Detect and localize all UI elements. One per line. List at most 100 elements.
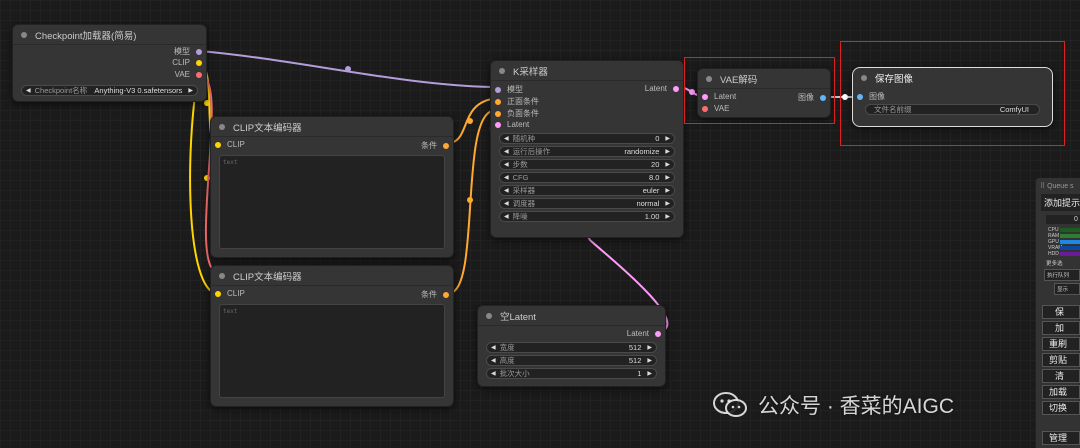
arrow-right-icon[interactable]: ▶ (647, 344, 652, 351)
view-history-button[interactable]: 显示 (1054, 283, 1080, 295)
checkpoint-loader-node[interactable]: Checkpoint加载器(简易) 模型 CLIP VAE ◀ Checkpoi… (12, 24, 207, 102)
arrow-left-icon[interactable]: ◀ (491, 370, 496, 377)
width-widget[interactable]: ◀ 宽度 512 ▶ (486, 342, 657, 353)
arrow-right-icon[interactable]: ▶ (665, 187, 670, 194)
clip-port-dot[interactable] (196, 59, 202, 66)
seed-widget[interactable]: ◀ 随机种 0 ▶ (499, 133, 675, 144)
input-port-clip[interactable]: CLIP (215, 289, 245, 298)
latent-port-dot[interactable] (655, 330, 661, 337)
load-button[interactable]: 加 (1042, 321, 1080, 335)
steps-widget[interactable]: ◀ 步数 20 ▶ (499, 159, 675, 170)
node-header[interactable]: Checkpoint加载器(简易) (13, 25, 206, 45)
arrow-right-icon[interactable]: ▶ (665, 213, 670, 220)
output-port-conditioning[interactable]: 条件 (421, 140, 449, 151)
widget-value: 1.00 (644, 212, 660, 221)
widget-value: 512 (628, 343, 642, 352)
node-header[interactable]: CLIP文本编码器 (211, 117, 453, 137)
ram-bar (1060, 234, 1080, 238)
collapse-dot[interactable] (219, 272, 225, 279)
save-button[interactable]: 保 (1042, 305, 1080, 319)
arrow-left-icon[interactable]: ◀ (504, 213, 509, 220)
arrow-left-icon[interactable]: ◀ (504, 200, 509, 207)
prompt-textarea[interactable]: text (219, 155, 445, 249)
clear-button[interactable]: 清 (1042, 369, 1080, 383)
clip-port-dot[interactable] (215, 141, 221, 148)
cfg-widget[interactable]: ◀ CFG 8.0 ▶ (499, 172, 675, 183)
wire-negative (449, 110, 493, 294)
checkpoint-name-combo[interactable]: ◀ Checkpoint名称 Anything-V3 0.safetensors… (21, 85, 198, 96)
input-port-clip[interactable]: CLIP (215, 140, 245, 149)
arrow-right-icon[interactable]: ▶ (665, 161, 670, 168)
model-port-dot[interactable] (495, 86, 501, 93)
view-queue-button[interactable]: 执行队列 (1044, 269, 1080, 281)
model-port-dot[interactable] (196, 48, 202, 55)
clip-text-encode-node-negative[interactable]: CLIP文本编码器 CLIP 条件 text (210, 265, 454, 407)
refresh-button[interactable]: 重刷 (1042, 337, 1080, 351)
arrow-left-icon[interactable]: ◀ (504, 174, 509, 181)
collapse-dot[interactable] (219, 123, 225, 130)
node-header[interactable]: 空Latent (478, 306, 665, 326)
output-port-latent[interactable]: Latent (627, 329, 661, 338)
prompt-textarea[interactable]: text (219, 304, 445, 398)
output-port-clip[interactable]: CLIP (172, 58, 202, 67)
scheduler-widget[interactable]: ◀ 调度器 normal ▶ (499, 198, 675, 209)
manager-button[interactable]: 管理 (1042, 431, 1080, 445)
arrow-left-icon[interactable]: ◀ (491, 344, 496, 351)
denoise-widget[interactable]: ◀ 降噪 1.00 ▶ (499, 211, 675, 222)
conditioning-port-dot[interactable] (443, 142, 449, 149)
highlight-box-save-image (840, 41, 1065, 146)
load-default-button[interactable]: 加载 (1042, 385, 1080, 399)
input-port-negative[interactable]: 负面条件 (495, 108, 539, 119)
gpu-bar (1060, 240, 1080, 244)
clip-port-dot[interactable] (215, 290, 221, 297)
output-port-vae[interactable]: VAE (175, 70, 202, 79)
collapse-dot[interactable] (21, 31, 27, 38)
clipspace-button[interactable]: 剪贴 (1042, 353, 1080, 367)
height-widget[interactable]: ◀ 高度 512 ▶ (486, 355, 657, 366)
output-port-conditioning[interactable]: 条件 (421, 289, 449, 300)
arrow-right-icon[interactable]: ▶ (647, 357, 652, 364)
collapse-dot[interactable] (486, 312, 492, 319)
input-port-model[interactable]: 模型 (495, 84, 523, 95)
latent-port-dot[interactable] (673, 85, 679, 92)
conditioning-port-dot[interactable] (495, 110, 501, 117)
queue-prompt-button[interactable]: 添加提示 (1041, 194, 1080, 211)
output-port-model[interactable]: 模型 (174, 46, 202, 57)
queue-panel-title[interactable]: ⠿ Queue s (1036, 178, 1080, 190)
node-header[interactable]: K采样器 (491, 61, 683, 81)
wire-positive (449, 98, 493, 144)
stat-hdd: HDD (1048, 251, 1080, 257)
clip-text-encode-node-positive[interactable]: CLIP文本编码器 CLIP 条件 text (210, 116, 454, 258)
watermark-text: 公众号 · 香菜的AIGC (758, 395, 955, 418)
empty-latent-node[interactable]: 空Latent Latent ◀ 宽度 512 ▶ ◀ 高度 512 ▶ ◀ 批… (477, 305, 666, 387)
input-port-positive[interactable]: 正面条件 (495, 96, 539, 107)
output-port-latent[interactable]: Latent (645, 84, 679, 93)
batch-size-widget[interactable]: ◀ 批次大小 1 ▶ (486, 368, 657, 379)
arrow-left-icon[interactable]: ◀ (504, 148, 509, 155)
arrow-right-icon[interactable]: ▶ (647, 370, 652, 377)
input-port-latent[interactable]: Latent (495, 120, 529, 129)
node-header[interactable]: CLIP文本编码器 (211, 266, 453, 286)
arrow-left-icon[interactable]: ◀ (491, 357, 496, 364)
vae-port-dot[interactable] (196, 71, 202, 78)
arrow-right-icon[interactable]: ▶ (188, 87, 193, 94)
conditioning-port-dot[interactable] (495, 98, 501, 105)
arrow-right-icon[interactable]: ▶ (665, 200, 670, 207)
collapse-dot[interactable] (499, 67, 505, 74)
sampler-widget[interactable]: ◀ 采样器 euler ▶ (499, 185, 675, 196)
arrow-left-icon[interactable]: ◀ (26, 87, 31, 94)
arrow-left-icon[interactable]: ◀ (504, 187, 509, 194)
arrow-right-icon[interactable]: ▶ (665, 135, 670, 142)
conditioning-port-dot[interactable] (443, 291, 449, 298)
arrow-left-icon[interactable]: ◀ (504, 135, 509, 142)
ksampler-node[interactable]: K采样器 模型 Latent 正面条件 负面条件 Latent ◀ 随机种 0 (490, 60, 684, 238)
port-row: CLIP 条件 (211, 288, 453, 300)
extra-options-toggle[interactable]: 更多选 (1046, 259, 1080, 267)
arrow-right-icon[interactable]: ▶ (665, 174, 670, 181)
queue-panel[interactable]: ⠿ Queue s 添加提示 0 CPU RAM GPU VRAM HDD 更多… (1035, 178, 1080, 448)
latent-port-dot[interactable] (495, 121, 501, 128)
arrow-right-icon[interactable]: ▶ (665, 148, 670, 155)
arrow-left-icon[interactable]: ◀ (504, 161, 509, 168)
control-after-generate-widget[interactable]: ◀ 运行后操作 randomize ▶ (499, 146, 675, 157)
switch-button[interactable]: 切换 (1042, 401, 1080, 415)
